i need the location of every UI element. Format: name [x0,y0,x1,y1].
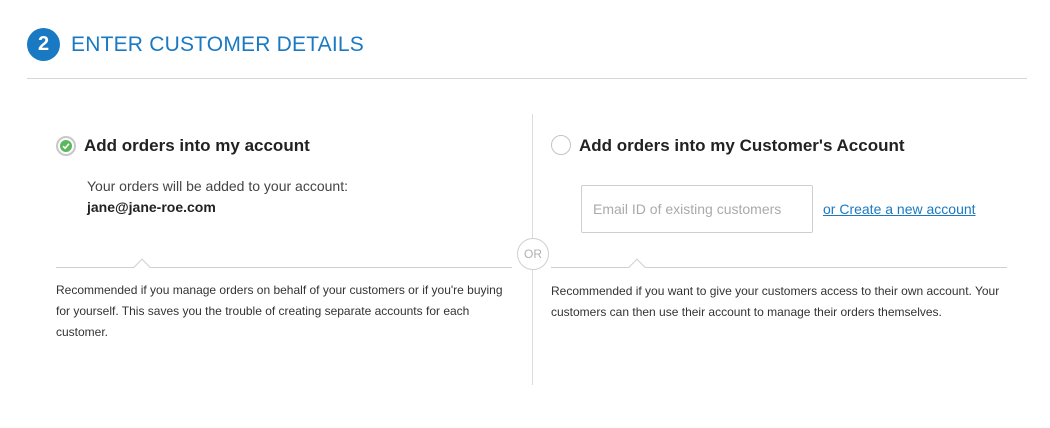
right-note-rule [551,267,1007,268]
own-account-radio[interactable] [56,136,76,156]
customer-account-radio[interactable] [551,135,571,155]
step-number-badge: 2 [27,28,60,61]
own-account-note: Recommended if you manage orders on beha… [56,283,503,339]
customer-account-option-title[interactable]: Add orders into my Customer's Account [579,136,905,156]
create-new-account-link[interactable]: or Create a new account [823,201,976,217]
left-note-rule [56,267,512,268]
header-divider [27,78,1027,79]
customer-account-note: Recommended if you want to give your cus… [551,284,1000,319]
step-title: ENTER CUSTOMER DETAILS [71,32,364,56]
own-account-info-text: Your orders will be added to your accoun… [87,178,348,194]
customer-details-section: 2 ENTER CUSTOMER DETAILS Add orders into… [0,0,1050,428]
own-account-option-title[interactable]: Add orders into my account [84,136,310,156]
step-header: 2 ENTER CUSTOMER DETAILS [27,28,364,61]
checkmark-icon [60,140,72,152]
left-note-caret [133,258,151,276]
right-note-caret [628,258,646,276]
customer-email-input[interactable] [581,185,813,233]
account-email: jane@jane-roe.com [87,199,216,215]
or-separator: OR [517,238,549,270]
